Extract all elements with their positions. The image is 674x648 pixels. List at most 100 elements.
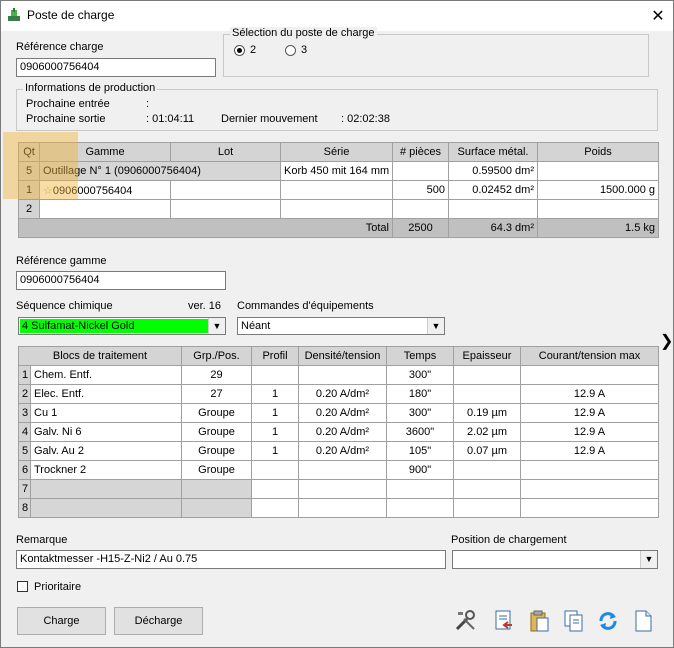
- row-epaisseur[interactable]: 0.07 µm: [453, 441, 521, 461]
- row-epaisseur[interactable]: [453, 479, 521, 499]
- table-row[interactable]: 2 Elec. Entf. 27 1 0.20 A/dm² 180" 12.9 A: [18, 384, 659, 404]
- row-densite[interactable]: 0.20 A/dm²: [298, 384, 387, 404]
- blank-document-icon[interactable]: [631, 609, 655, 633]
- row-bloc[interactable]: [30, 479, 182, 499]
- row-temps[interactable]: [386, 498, 454, 518]
- ref-gamme-input[interactable]: 0906000756404: [16, 271, 226, 290]
- row-poids[interactable]: [537, 199, 659, 219]
- row-temps[interactable]: 900": [386, 460, 454, 480]
- row-courant[interactable]: 12.9 A: [520, 441, 659, 461]
- row-lot[interactable]: [170, 199, 281, 219]
- row-bloc[interactable]: Cu 1: [30, 403, 182, 423]
- row-densite[interactable]: 0.20 A/dm²: [298, 403, 387, 423]
- row-pieces[interactable]: 500: [392, 180, 449, 200]
- row-courant[interactable]: 12.9 A: [520, 384, 659, 404]
- row-courant[interactable]: 12.9 A: [520, 422, 659, 442]
- row-grp[interactable]: [181, 498, 252, 518]
- row-gamme[interactable]: ☆0906000756404: [39, 180, 171, 200]
- row-profil[interactable]: 1: [251, 441, 299, 461]
- document-remove-icon[interactable]: [492, 609, 516, 633]
- row-surface[interactable]: [448, 199, 538, 219]
- close-icon[interactable]: ✕: [649, 6, 667, 26]
- row-temps[interactable]: 3600": [386, 422, 454, 442]
- table-row[interactable]: 2: [18, 199, 659, 219]
- row-grp[interactable]: Groupe: [181, 441, 252, 461]
- clipboard-icon[interactable]: [527, 609, 551, 633]
- table-row[interactable]: 8: [18, 498, 659, 518]
- commands-select[interactable]: Néant ▼: [237, 317, 445, 335]
- table-row[interactable]: 7: [18, 479, 659, 499]
- row-densite[interactable]: 0.20 A/dm²: [298, 441, 387, 461]
- row-grp[interactable]: Groupe: [181, 403, 252, 423]
- row-bloc[interactable]: Galv. Ni 6: [30, 422, 182, 442]
- table-row[interactable]: 5 Galv. Au 2 Groupe 1 0.20 A/dm² 105" 0.07 µm 1…: [18, 441, 659, 461]
- row-grp[interactable]: [181, 479, 252, 499]
- row-bloc[interactable]: Galv. Au 2: [30, 441, 182, 461]
- row-courant[interactable]: [520, 479, 659, 499]
- row-densite[interactable]: [298, 498, 387, 518]
- row-grp[interactable]: Groupe: [181, 422, 252, 442]
- copy-icon[interactable]: [562, 609, 586, 633]
- row-profil[interactable]: 1: [251, 403, 299, 423]
- row-densite[interactable]: [298, 479, 387, 499]
- sequence-select[interactable]: 4 Sulfamat-Nickel Gold ▼: [18, 317, 226, 335]
- position-select[interactable]: ▼: [452, 550, 658, 569]
- row-bloc[interactable]: Trockner 2: [30, 460, 182, 480]
- table-row[interactable]: 3 Cu 1 Groupe 1 0.20 A/dm² 300" 0.19 µm 12.9 A: [18, 403, 659, 423]
- row-surface[interactable]: 0.02452 dm²: [448, 180, 538, 200]
- row-poids[interactable]: 1500.000 g: [537, 180, 659, 200]
- row-bloc[interactable]: Chem. Entf.: [30, 365, 182, 385]
- radio-poste-3[interactable]: [285, 45, 296, 56]
- row-courant[interactable]: 12.9 A: [520, 403, 659, 423]
- row-bloc[interactable]: Elec. Entf.: [30, 384, 182, 404]
- decharge-button[interactable]: Décharge: [114, 607, 203, 635]
- row-densite[interactable]: [298, 460, 387, 480]
- ref-charge-input[interactable]: 0906000756404: [16, 58, 216, 77]
- row-densite[interactable]: 0.20 A/dm²: [298, 422, 387, 442]
- row-temps[interactable]: 180": [386, 384, 454, 404]
- tools-icon[interactable]: [454, 609, 478, 633]
- row-temps[interactable]: 300": [386, 365, 454, 385]
- row-epaisseur[interactable]: [453, 365, 521, 385]
- row-serie[interactable]: Korb 450 mit 164 mm: [280, 161, 393, 181]
- row-serie[interactable]: [280, 199, 393, 219]
- table-row[interactable]: 1 Chem. Entf. 29 300": [18, 365, 659, 385]
- row-courant[interactable]: [520, 460, 659, 480]
- row-lot[interactable]: [170, 180, 281, 200]
- row-grp[interactable]: 29: [181, 365, 252, 385]
- table-row[interactable]: 4 Galv. Ni 6 Groupe 1 0.20 A/dm² 3600" 2.02 µm…: [18, 422, 659, 442]
- table-row[interactable]: 1 ☆0906000756404 500 0.02452 dm² 1500.00…: [18, 180, 659, 200]
- row-densite[interactable]: [298, 365, 387, 385]
- row-profil[interactable]: [251, 498, 299, 518]
- row-epaisseur[interactable]: [453, 384, 521, 404]
- row-pieces[interactable]: [392, 161, 449, 181]
- row-profil[interactable]: [251, 479, 299, 499]
- charge-button[interactable]: Charge: [17, 607, 106, 635]
- row-gamme[interactable]: [39, 199, 171, 219]
- row-serie[interactable]: [280, 180, 393, 200]
- refresh-icon[interactable]: [596, 609, 620, 633]
- row-profil[interactable]: [251, 460, 299, 480]
- row-profil[interactable]: 1: [251, 384, 299, 404]
- row-epaisseur[interactable]: 0.19 µm: [453, 403, 521, 423]
- row-surface[interactable]: 0.59500 dm²: [448, 161, 538, 181]
- remarque-input[interactable]: Kontaktmesser -H15-Z-Ni2 / Au 0.75: [16, 550, 446, 569]
- row-courant[interactable]: [520, 365, 659, 385]
- row-grp[interactable]: Groupe: [181, 460, 252, 480]
- table-row[interactable]: 5 Outillage N° 1 (0906000756404) Korb 45…: [18, 161, 659, 181]
- row-grp[interactable]: 27: [181, 384, 252, 404]
- row-bloc[interactable]: [30, 498, 182, 518]
- row-courant[interactable]: [520, 498, 659, 518]
- row-profil[interactable]: [251, 365, 299, 385]
- row-temps[interactable]: 105": [386, 441, 454, 461]
- row-epaisseur[interactable]: [453, 498, 521, 518]
- prioritaire-checkbox[interactable]: [17, 581, 28, 592]
- row-pieces[interactable]: [392, 199, 449, 219]
- row-gamme[interactable]: Outillage N° 1 (0906000756404): [39, 161, 281, 181]
- row-temps[interactable]: [386, 479, 454, 499]
- table-row[interactable]: 6 Trockner 2 Groupe 900": [18, 460, 659, 480]
- row-poids[interactable]: [537, 161, 659, 181]
- radio-poste-2[interactable]: [234, 45, 245, 56]
- row-profil[interactable]: 1: [251, 422, 299, 442]
- chevron-right-icon[interactable]: ❯: [660, 331, 673, 351]
